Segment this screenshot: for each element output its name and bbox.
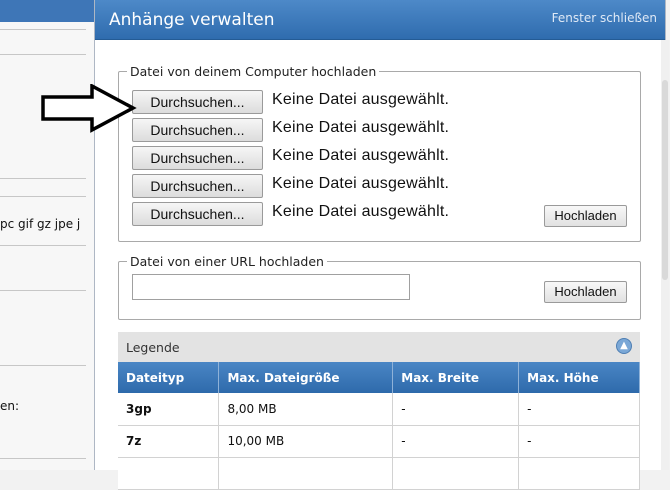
dialog-scrollbar[interactable]: [661, 40, 669, 470]
background-divider: [0, 29, 86, 30]
file-type-cell: 7z: [118, 425, 220, 458]
background-page: pc gif gz jpe j en:: [0, 0, 96, 470]
upload-computer-button[interactable]: Hochladen: [544, 205, 627, 227]
column-header-height[interactable]: Max. Höhe: [518, 362, 640, 393]
background-header-strip: [0, 0, 96, 22]
file-type-cell: [118, 457, 220, 490]
url-input[interactable]: [132, 274, 410, 300]
background-divider: [0, 196, 86, 197]
max-width-cell: -: [392, 393, 520, 426]
max-height-cell: -: [518, 425, 640, 458]
browse-button[interactable]: Durchsuchen...: [132, 90, 263, 114]
background-divider: [0, 178, 86, 179]
max-size-cell: [218, 457, 394, 490]
column-header-size[interactable]: Max. Dateigröße: [218, 362, 394, 393]
column-header-width[interactable]: Max. Breite: [392, 362, 520, 393]
max-size-cell: 8,00 MB: [218, 393, 394, 426]
collapse-toggle-icon[interactable]: ▲: [616, 338, 632, 354]
max-width-cell: -: [392, 425, 520, 458]
file-type-table: Dateityp Max. Dateigröße Max. Breite Max…: [118, 362, 640, 490]
file-status: Keine Datei ausgewählt.: [272, 91, 450, 108]
url-upload-row: Hochladen: [118, 254, 641, 320]
browse-button[interactable]: Durchsuchen...: [132, 174, 263, 198]
table-row: 3gp 8,00 MB - -: [118, 393, 640, 426]
background-divider: [0, 54, 86, 55]
dialog-header: Anhänge verwalten Fenster schließen: [95, 0, 665, 40]
legend-header: Legende ▲: [118, 332, 640, 362]
background-extension-list: pc gif gz jpe j: [0, 217, 81, 231]
table-row: 7z 10,00 MB - -: [118, 425, 640, 458]
file-type-legend: Legende ▲ Dateityp Max. Dateigröße Max. …: [118, 332, 640, 490]
table-row: [118, 457, 640, 490]
background-divider: [0, 290, 86, 291]
background-divider: [0, 458, 86, 459]
max-size-cell: 10,00 MB: [218, 425, 394, 458]
max-height-cell: -: [518, 393, 640, 426]
scrollbar-thumb[interactable]: [662, 80, 668, 280]
file-status: Keine Datei ausgewählt.: [272, 147, 450, 164]
table-header-row: Dateityp Max. Dateigröße Max. Breite Max…: [118, 362, 640, 393]
max-width-cell: [392, 457, 520, 490]
legend-title: Legende: [126, 340, 180, 355]
pointer-arrow-icon: [41, 84, 137, 133]
browse-button[interactable]: Durchsuchen...: [132, 146, 263, 170]
dialog-title: Anhänge verwalten: [109, 10, 275, 30]
background-divider: [0, 245, 86, 246]
browse-button[interactable]: Durchsuchen...: [132, 202, 263, 226]
close-window-link[interactable]: Fenster schließen: [552, 11, 657, 25]
file-status: Keine Datei ausgewählt.: [272, 175, 450, 192]
background-label: en:: [0, 399, 20, 413]
upload-url-button[interactable]: Hochladen: [544, 281, 627, 303]
file-status: Keine Datei ausgewählt.: [272, 203, 450, 220]
column-header-type[interactable]: Dateityp: [118, 362, 220, 393]
browse-button[interactable]: Durchsuchen...: [132, 118, 263, 142]
computer-upload-rows: Durchsuchen... Keine Datei ausgewählt. D…: [118, 64, 641, 242]
file-type-cell: 3gp: [118, 393, 220, 426]
max-height-cell: [518, 457, 640, 490]
background-divider: [0, 365, 86, 366]
file-status: Keine Datei ausgewählt.: [272, 119, 450, 136]
